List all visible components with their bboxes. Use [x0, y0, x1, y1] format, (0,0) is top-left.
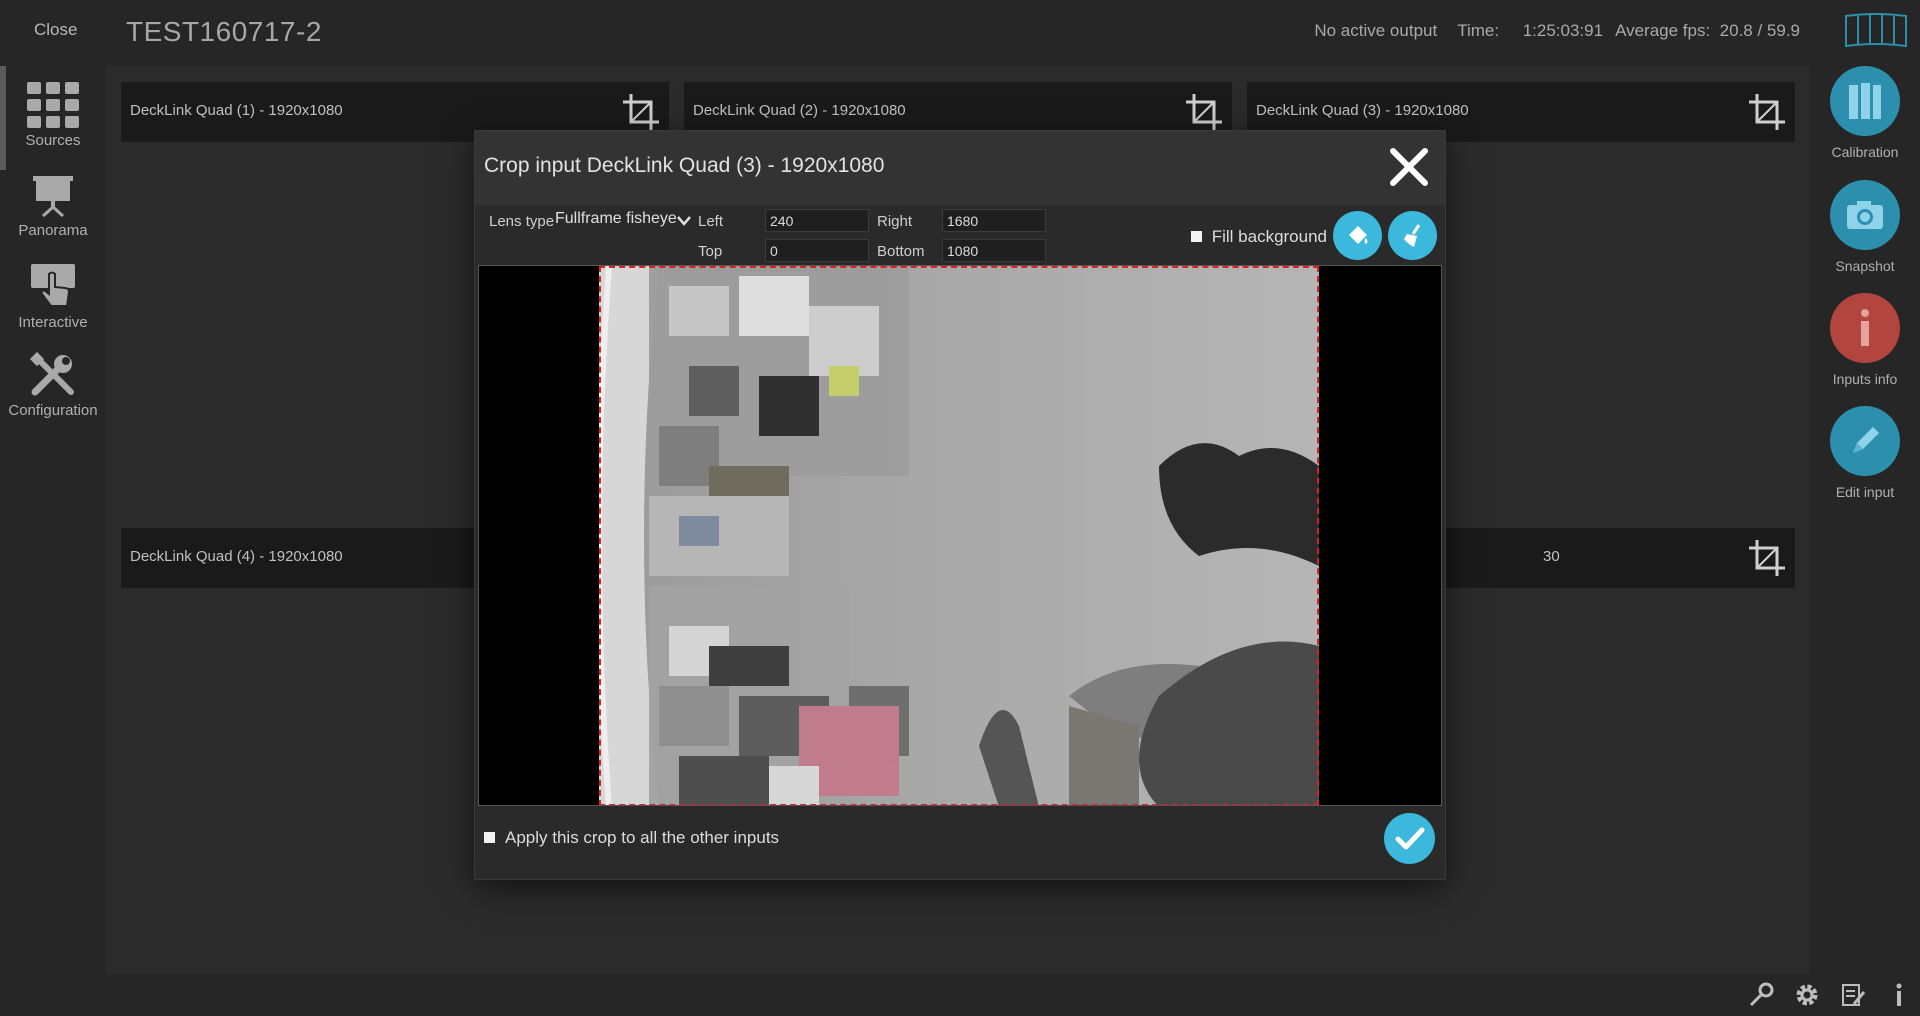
fps-status: Average fps: 20.8 / 59.9: [1615, 21, 1800, 41]
nav-item-configuration[interactable]: Configuration: [0, 352, 106, 419]
nav-item-panorama[interactable]: Panorama: [0, 174, 106, 239]
lens-type-label: Lens type: [489, 213, 555, 230]
source-label: DeckLink Quad (1) - 1920x1080: [130, 102, 343, 119]
grid-icon: [27, 82, 79, 128]
camera-icon: [1830, 180, 1900, 250]
nav-label-panorama: Panorama: [18, 222, 88, 239]
left-sidebar: Sources Panorama Interactive Configurati…: [0, 66, 106, 974]
checkmark-icon: [1395, 827, 1424, 849]
snapshot-button[interactable]: Snapshot: [1810, 180, 1920, 274]
nav-label-configuration: Configuration: [8, 402, 98, 419]
apply-to-all-label: Apply this crop to all the other inputs: [505, 828, 780, 847]
source-label: DeckLink Quad (4) - 1920x1080: [130, 548, 343, 565]
time-value: 1:25:03:91: [1522, 21, 1604, 40]
panorama-logo-icon: [1845, 13, 1907, 48]
paint-bucket-icon: [1348, 225, 1367, 244]
source-label: DeckLink Quad (3) - 1920x1080: [1256, 102, 1469, 119]
chevron-down-icon: [677, 216, 691, 226]
right-label: Right: [877, 213, 913, 230]
bottom-input[interactable]: [942, 239, 1046, 262]
project-title: TEST160717-2: [126, 16, 322, 47]
calibration-button[interactable]: Calibration: [1810, 66, 1920, 160]
source-label: DeckLink Quad (2) - 1920x1080: [693, 102, 906, 119]
fill-background-checkbox[interactable]: Fill background: [1190, 227, 1327, 247]
calibration-label: Calibration: [1831, 144, 1899, 160]
checkbox-box: [1190, 231, 1202, 242]
crop-icon[interactable]: [1747, 538, 1787, 578]
inputs-info-button[interactable]: Inputs info: [1810, 293, 1920, 387]
crop-icon[interactable]: [621, 92, 661, 132]
fill-color-button[interactable]: [1333, 211, 1382, 260]
crop-controls: Lens type Fullframe fisheye Left Right T…: [475, 205, 1445, 265]
apply-to-all-checkbox[interactable]: Apply this crop to all the other inputs: [484, 828, 779, 848]
edit-input-label: Edit input: [1835, 484, 1895, 500]
source-label: 30: [1543, 548, 1560, 565]
broom-icon: [1403, 223, 1420, 247]
crop-icon[interactable]: [1747, 92, 1787, 132]
top-label: Top: [698, 243, 723, 260]
calibration-icon: [1830, 66, 1900, 136]
nav-item-interactive[interactable]: Interactive: [0, 262, 106, 331]
clear-background-button[interactable]: [1388, 211, 1437, 260]
lens-type-select[interactable]: Fullframe fisheye: [555, 210, 695, 234]
confirm-crop-button[interactable]: [1384, 813, 1435, 864]
right-sidebar: Calibration Snapshot Inputs info Edit in…: [1810, 66, 1920, 974]
info-icon: [1830, 293, 1900, 363]
dialog-title: Crop input DeckLink Quad (3) - 1920x1080: [484, 154, 885, 177]
lens-type-value: Fullframe fisheye: [555, 210, 677, 227]
left-label: Left: [698, 213, 724, 230]
close-dialog-icon[interactable]: [1385, 143, 1433, 191]
pencil-icon: [1830, 406, 1900, 476]
close-button[interactable]: Close: [34, 20, 77, 40]
info-small-icon[interactable]: [1886, 982, 1912, 1008]
crop-rectangle[interactable]: [599, 266, 1319, 805]
dialog-header: Crop input DeckLink Quad (3) - 1920x1080: [475, 131, 1445, 205]
nav-item-sources[interactable]: Sources: [0, 66, 106, 170]
hand-pointer-icon: [31, 264, 75, 307]
bottom-label: Bottom: [877, 243, 925, 260]
time-label: Time:: [1457, 21, 1500, 40]
checkbox-box: [484, 832, 495, 843]
snapshot-label: Snapshot: [1835, 258, 1895, 274]
time-status: Time: 1:25:03:91: [1457, 21, 1603, 41]
camera-preview: [478, 265, 1442, 806]
presentation-icon: [33, 176, 73, 218]
left-input[interactable]: [765, 209, 869, 232]
nav-label-sources: Sources: [25, 132, 81, 149]
notes-icon[interactable]: [1840, 982, 1866, 1008]
edit-input-button[interactable]: Edit input: [1810, 406, 1920, 500]
fill-background-label: Fill background: [1211, 227, 1327, 246]
status-area: No active output Time: 1:25:03:91 Averag…: [1314, 21, 1800, 41]
right-input[interactable]: [942, 209, 1046, 232]
crop-icon[interactable]: [1184, 92, 1224, 132]
bottom-bar: [0, 974, 1920, 1016]
top-input[interactable]: [765, 239, 869, 262]
nav-label-interactive: Interactive: [18, 314, 88, 331]
tools-icon: [29, 352, 74, 396]
key-icon[interactable]: [1748, 982, 1774, 1008]
settings-gear-icon[interactable]: [1794, 982, 1820, 1008]
inputs-info-label: Inputs info: [1832, 371, 1898, 387]
fps-value: 20.8 / 59.9: [1719, 21, 1800, 40]
crop-dialog: Crop input DeckLink Quad (3) - 1920x1080…: [475, 131, 1445, 879]
fps-label: Average fps:: [1615, 21, 1711, 40]
top-bar: Close TEST160717-2 No active output Time…: [0, 0, 1920, 66]
output-status: No active output: [1314, 21, 1438, 40]
